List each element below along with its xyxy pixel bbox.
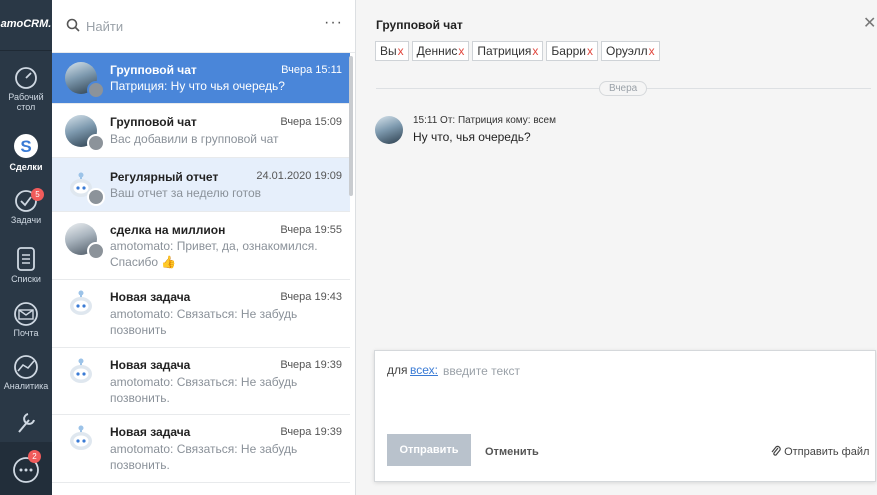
chats-badge: 2 [28,450,41,463]
nav-label-dashboard-1: Рабочий [8,92,44,102]
remove-icon[interactable]: x [398,44,404,58]
chat-title: Групповой чат [110,115,197,129]
main-nav: amoCRM. Рабочий стол S Сделки Задачи 5 С… [0,0,52,495]
nav-item-mail[interactable]: Почта [0,302,52,338]
nav-item-settings[interactable] [0,410,52,438]
nav-label-analytics: Аналитика [3,381,49,391]
chat-list-item[interactable]: Новая задача Вчера 19:39 amotomato: Связ… [52,415,350,483]
nav-item-tasks[interactable]: Задачи 5 [0,188,52,225]
analytics-icon [14,355,38,379]
conversation-panel: Групповой чат ✕ Выx Деннисx Патрицияx Барри… [356,0,877,495]
participant-chip[interactable]: Деннисx [411,41,470,61]
message-meta: 15:11 От: Патриция кому: всем [413,115,556,126]
lists-icon [17,247,35,271]
bot-avatar [70,290,92,315]
tasks-badge: 5 [31,188,44,201]
nav-label-tasks: Задачи [10,215,42,225]
settings-icon [18,413,35,433]
paperclip-icon [771,445,781,456]
group-chat-icon [87,134,105,152]
bot-avatar [70,358,92,383]
search-bar: ··· [52,0,355,53]
message-input[interactable] [441,361,845,381]
chat-time: 24.01.2020 19:09 [256,170,342,182]
participant-name: Патриция [477,44,532,58]
participant-chip[interactable]: Оруэллx [601,41,660,61]
chat-title: Новая задача [110,358,191,372]
send-button[interactable]: Отправить [387,434,471,466]
attach-file-button[interactable]: Отправить файл [771,445,869,458]
nav-item-lists[interactable]: Списки [0,246,52,284]
nav-item-dashboard[interactable]: Рабочий стол [0,66,52,112]
chat-list-item[interactable]: Групповой чат Вчера 15:11 Патриция: Ну ч… [52,53,350,104]
nav-label-mail: Почта [13,328,39,338]
conversation-title: Групповой чат [376,18,463,32]
dashboard-icon [15,67,37,89]
participant-name: Деннис [416,44,458,58]
mail-icon [14,302,38,326]
leads-icon: S [14,134,38,158]
bot-chat-icon [87,188,105,206]
more-options-button[interactable]: ··· [324,14,343,32]
chat-list-item[interactable]: сделка на миллион Вчера 19:55 amotomato:… [52,212,350,280]
chat-time: Вчера 15:09 [280,116,342,128]
recipient-prefix: для [387,363,408,377]
close-icon[interactable]: ✕ [863,16,876,32]
remove-icon[interactable]: x [587,44,593,58]
chat-time: Вчера 19:39 [280,426,342,438]
chat-title: Новая задача [110,290,191,304]
message-composer: для всех: Отправить Отменить Отправить ф… [374,350,876,482]
chat-list-item[interactable]: Новая задача Вчера 19:43 amotomato: Связ… [52,280,350,348]
chats-nav-button[interactable]: 2 [0,442,52,495]
attach-file-label: Отправить файл [784,446,870,458]
date-divider: Вчера [599,81,648,96]
group-chat-icon [87,81,105,99]
chat-title: Групповой чат [110,63,197,77]
bot-avatar [70,425,92,450]
participant-chip[interactable]: Барриx [546,41,598,61]
chat-time: Вчера 19:43 [280,291,342,303]
nav-label-leads: Сделки [9,162,43,172]
chat-preview: Патриция: Ну что чья очередь? [110,79,285,93]
chat-title: Новая задача [110,425,191,439]
nav-item-leads[interactable]: S Сделки [0,132,52,172]
logo[interactable]: amoCRM. [0,0,52,51]
svg-text:S: S [20,137,31,156]
chat-preview: amotomato: Привет, да, ознакомился. Спас… [110,239,318,269]
chat-time: Вчера 19:55 [280,224,342,236]
deal-chat-icon [87,242,105,260]
recipient-link[interactable]: всех: [410,363,438,377]
search-input[interactable] [84,15,308,37]
chat-preview: amotomato: Связаться: Не забудь позвонит… [110,375,298,405]
sender-avatar [375,116,403,144]
cancel-button[interactable]: Отменить [485,446,539,458]
chat-list-item[interactable]: Регулярный отчет 24.01.2020 19:09 Ваш от… [52,158,350,212]
remove-icon[interactable]: x [458,44,464,58]
participant-chip[interactable]: Выx [375,41,409,61]
chat-title: Регулярный отчет [110,170,219,184]
chat-preview: Вас добавили в групповой чат [110,132,279,146]
participant-name: Вы [380,44,397,58]
nav-label-lists: Списки [11,274,41,284]
chat-preview: Ваш отчет за неделю готов [110,186,261,200]
chat-time: Вчера 19:39 [280,359,342,371]
participant-name: Оруэлл [606,44,648,58]
participant-name: Барри [551,44,586,58]
search-icon [66,18,80,32]
message-text: Ну что, чья очередь? [413,130,531,144]
chat-time: Вчера 15:11 [281,64,342,76]
participant-list: Выx Деннисx Патрицияx Барриx Оруэллx [375,41,663,61]
remove-icon[interactable]: x [649,44,655,58]
nav-item-analytics[interactable]: Аналитика [0,355,52,391]
chat-list-item[interactable]: Групповой чат Вчера 15:09 Вас добавили в… [52,104,350,158]
chat-list-item[interactable]: Новая задача Вчера 19:39 amotomato: Связ… [52,348,350,415]
chat-title: сделка на миллион [110,223,226,237]
chat-preview: amotomato: Связаться: Не забудь позвонит… [110,307,298,337]
remove-icon[interactable]: x [532,44,538,58]
nav-label-dashboard-2: стол [16,102,36,112]
participant-chip[interactable]: Патрицияx [472,41,544,61]
chat-preview: amotomato: Связаться: Не забудь позвонит… [110,442,298,472]
chat-list-panel: ··· Групповой чат Вчера 15:11 Патриция: … [52,0,356,495]
chat-list-scrollbar[interactable] [349,56,353,196]
